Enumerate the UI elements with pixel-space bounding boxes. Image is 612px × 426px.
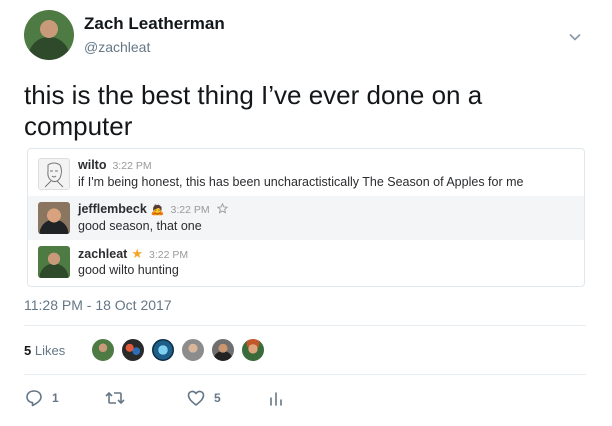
star-icon: ★ <box>131 246 143 261</box>
slack-message: wilto 3:22 PM if I'm being honest, this h… <box>28 152 584 196</box>
tweet-text: this is the best thing I’ve ever done on… <box>24 80 483 141</box>
author-name[interactable]: Zach Leatherman <box>84 14 225 34</box>
liker-avatar[interactable] <box>150 337 176 363</box>
reply-button[interactable]: 1 <box>24 388 59 408</box>
bow-emoji-icon: 🙇 <box>150 204 165 216</box>
retweet-icon <box>105 391 125 405</box>
tweet-timestamp[interactable]: 11:28 PM - 18 Oct 2017 <box>24 297 172 313</box>
like-button[interactable]: 5 <box>186 388 221 408</box>
slack-time: 3:22 PM <box>112 160 152 172</box>
reply-icon <box>26 390 42 407</box>
wilto-avatar <box>38 158 70 190</box>
slack-username: zachleat ★ 3:22 PM <box>78 246 189 261</box>
analytics-icon <box>270 392 282 406</box>
divider <box>24 374 586 375</box>
sketch-face-icon <box>44 162 64 188</box>
slack-text: if I'm being honest, this has been uncha… <box>78 175 524 189</box>
slack-time: 3:22 PM <box>170 204 210 216</box>
liker-avatar[interactable] <box>210 337 236 363</box>
zachleat-avatar <box>38 246 70 278</box>
author-handle[interactable]: @zachleat <box>84 39 150 55</box>
analytics-button[interactable] <box>268 388 284 408</box>
slack-embed[interactable]: wilto 3:22 PM if I'm being honest, this h… <box>27 148 585 287</box>
slack-message: zachleat ★ 3:22 PM good wilto hunting <box>28 240 584 284</box>
slack-message: jefflembeck 🙇 3:22 PM good season, that on… <box>28 196 584 240</box>
slack-time: 3:22 PM <box>149 249 189 261</box>
liker-avatar[interactable] <box>240 337 266 363</box>
divider <box>24 325 586 326</box>
chevron-down-icon[interactable] <box>568 30 582 44</box>
star-outline-icon[interactable] <box>216 202 229 214</box>
likes-count[interactable]: 5 Likes <box>24 343 65 358</box>
slack-username: jefflembeck 🙇 3:22 PM <box>78 202 229 216</box>
reply-count: 1 <box>52 391 59 405</box>
liker-avatar[interactable] <box>180 337 206 363</box>
slack-text: good season, that one <box>78 219 202 233</box>
liker-avatar[interactable] <box>120 337 146 363</box>
liker-avatar[interactable] <box>90 337 116 363</box>
slack-username: wilto 3:22 PM <box>78 158 152 172</box>
tweet-card: Zach Leatherman @zachleat this is the be… <box>0 0 612 426</box>
like-count: 5 <box>214 391 221 405</box>
slack-text: good wilto hunting <box>78 263 179 277</box>
jefflembeck-avatar <box>38 202 70 234</box>
author-avatar[interactable] <box>24 10 74 60</box>
retweet-button[interactable] <box>104 388 134 408</box>
heart-icon <box>187 390 205 406</box>
